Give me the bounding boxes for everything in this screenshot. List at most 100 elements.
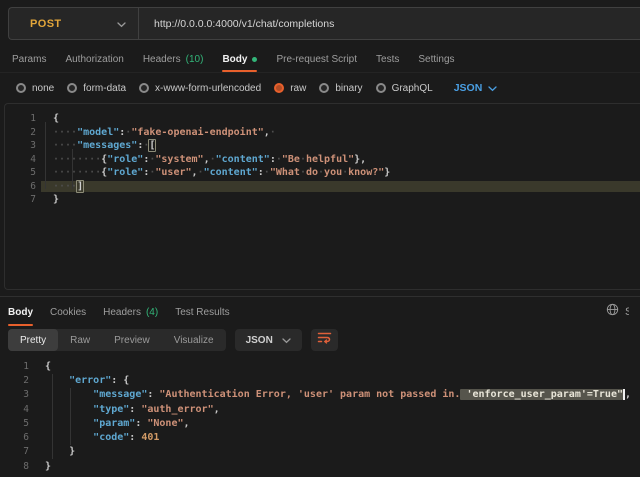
raw-language-label: JSON [454,82,483,94]
line-number: 7 [0,446,34,457]
raw-language-select[interactable]: JSON [454,79,498,97]
code-text[interactable]: } [34,461,640,472]
code-text[interactable]: { [34,361,640,372]
code-line: 6····] [5,180,640,194]
postman-window: POST Params Authorization Headers(10) Body P… [0,0,640,477]
request-tab-pre-request-script[interactable]: Pre-request Script [276,46,357,72]
wrap-lines-button[interactable] [311,329,338,351]
code-text[interactable]: ········{"role":·"system",·"content":·"B… [41,154,640,165]
line-number: 4 [5,154,41,165]
line-number: 8 [0,461,34,472]
request-tab-authorization[interactable]: Authorization [65,46,123,72]
code-line: 7} [5,193,640,207]
view-mode-preview[interactable]: Preview [102,329,162,351]
body-type-x-www-form-urlencoded[interactable]: x-www-form-urlencoded [139,83,261,94]
response-tab-body[interactable]: Body [8,298,33,326]
code-line: 3····"messages":·[ [5,139,640,153]
radio-icon [16,83,26,93]
body-type-binary[interactable]: binary [319,83,362,94]
request-body-editor[interactable]: 1{2····"model":·"fake-openai-endpoint",·… [4,103,640,290]
method-select[interactable]: POST [9,8,138,39]
line-number: 6 [5,181,41,192]
view-mode-visualize[interactable]: Visualize [162,329,226,351]
code-line: 5 "param": "None", [0,416,640,430]
code-text[interactable]: ····] [41,181,640,192]
response-tab-test-results[interactable]: Test Results [175,298,229,326]
code-line: 1{ [5,112,640,126]
code-line: 2····"model":·"fake-openai-endpoint",· [5,126,640,140]
unsaved-changes-dot-icon [252,57,257,62]
code-text[interactable]: "error": { [34,375,640,386]
response-header-right: S [606,303,629,321]
code-text[interactable]: } [34,446,640,457]
code-line: 6 "code": 401 [0,430,640,444]
line-number: 5 [5,167,41,178]
radio-label: x-www-form-urlencoded [155,83,261,94]
radio-label: form-data [83,83,126,94]
line-number: 3 [0,389,34,400]
response-divider [0,296,640,297]
code-text[interactable]: { [41,113,640,124]
body-type-none[interactable]: none [16,83,54,94]
line-number: 1 [0,361,34,372]
method-label: POST [30,18,62,30]
code-text[interactable]: } [41,194,640,205]
body-type-raw[interactable]: raw [274,83,306,94]
radio-label: raw [290,83,306,94]
tab-label: Settings [418,54,454,65]
tab-label: Params [12,54,46,65]
response-body-editor[interactable]: 1{2 "error": {3 "message": "Authenticati… [0,356,640,477]
line-number: 7 [5,194,41,205]
indent-guide [52,374,53,459]
globe-icon[interactable] [606,303,619,321]
code-text[interactable]: "message": "Authentication Error, 'user'… [34,389,640,400]
response-tab-headers[interactable]: Headers(4) [103,298,158,326]
view-mode-raw[interactable]: Raw [58,329,102,351]
code-line: 5········{"role":·"user",·"content":·"Wh… [5,166,640,180]
code-text[interactable]: "param": "None", [34,418,640,429]
code-text[interactable]: "code": 401 [34,432,640,443]
radio-label: binary [335,83,362,94]
radio-icon [139,83,149,93]
code-text[interactable]: ····"model":·"fake-openai-endpoint",· [41,127,640,138]
body-type-form-data[interactable]: form-data [67,83,126,94]
radio-label: GraphQL [392,83,433,94]
code-text[interactable]: ····"messages":·[ [41,140,640,151]
tab-label: Test Results [175,307,229,318]
request-tab-tests[interactable]: Tests [376,46,399,72]
request-url-bar: POST [8,7,640,40]
code-text[interactable]: ········{"role":·"user",·"content":·"Wha… [41,167,640,178]
tab-label: Tests [376,54,399,65]
request-tab-settings[interactable]: Settings [418,46,454,72]
line-number: 1 [5,113,41,124]
request-tab-body[interactable]: Body [222,46,257,72]
tab-label: Pre-request Script [276,54,357,65]
radio-icon [376,83,386,93]
code-line: 8} [0,459,640,473]
indent-guide [70,388,71,445]
wrap-text-icon [317,331,332,349]
body-type-row: none form-data x-www-form-urlencoded raw bin… [0,74,640,102]
code-text[interactable]: "type": "auth_error", [34,404,640,415]
code-line: 1{ [0,359,640,373]
line-number: 6 [0,432,34,443]
request-tab-headers[interactable]: Headers(10) [143,46,204,72]
clipped-status-text: S [625,306,629,318]
tab-label: Authorization [65,54,123,65]
line-number: 4 [0,404,34,415]
chevron-down-icon [488,79,497,97]
indent-guide [72,149,73,189]
chevron-down-icon [117,15,126,33]
body-type-options: none form-data x-www-form-urlencoded raw bin… [16,83,433,94]
request-tab-params[interactable]: Params [12,46,46,72]
code-line: 3 "message": "Authentication Error, 'use… [0,388,640,402]
radio-icon [274,83,284,93]
response-tab-cookies[interactable]: Cookies [50,298,86,326]
response-format-select[interactable]: JSON [235,329,302,351]
url-input[interactable] [139,18,640,30]
view-mode-pretty[interactable]: Pretty [8,329,58,351]
selected-text: 'enforce_user_param'=True" [460,389,623,400]
response-format-label: JSON [246,335,273,346]
line-number: 2 [5,127,41,138]
body-type-graphql[interactable]: GraphQL [376,83,433,94]
